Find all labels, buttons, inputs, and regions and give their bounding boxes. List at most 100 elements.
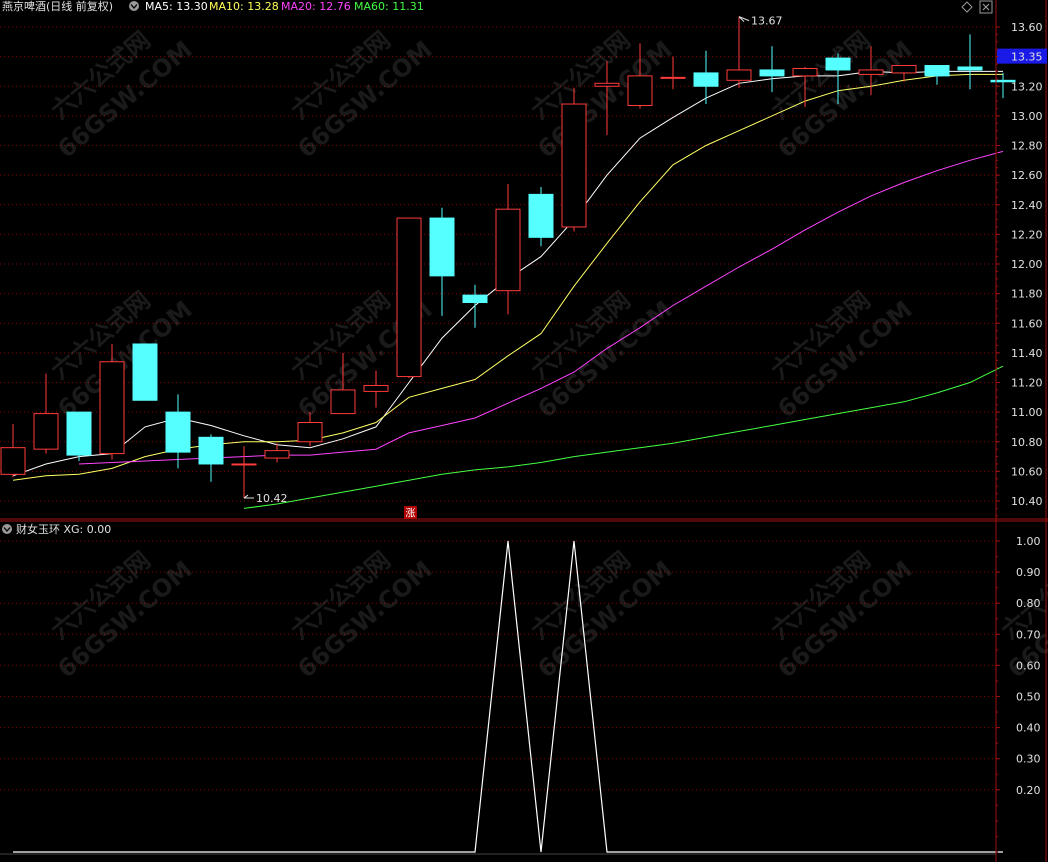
y-tick-label: 11.60: [1011, 317, 1043, 330]
axes: [0, 0, 1048, 862]
candle-body: [0, 447, 26, 475]
candle-body: [231, 463, 257, 466]
diamond-icon[interactable]: [961, 1, 973, 13]
chevron-down-icon[interactable]: [129, 1, 139, 11]
low-arrow: [243, 494, 254, 499]
y-tick-label: 10.60: [1011, 465, 1043, 478]
main-header: 燕京啤酒(日线 前复权) MA5: 13.30 MA10: 13.28 MA20…: [2, 0, 993, 14]
y-tick-label: 13.35: [1011, 51, 1043, 64]
candle: [561, 87, 587, 232]
candle-body: [363, 384, 389, 392]
ma5-label: MA5: 13.30: [145, 0, 208, 13]
candle: [99, 343, 125, 460]
candle-body: [891, 65, 917, 74]
y-tick-label: 1.00: [1016, 535, 1041, 548]
candle-body: [99, 361, 125, 455]
kline-chart-canvas: 六六公式网66GSW.COM 六六公式网66GSW.COM 六六公式网66GSW.C…: [0, 0, 1048, 862]
candle-body: [264, 450, 290, 459]
ma10-label: MA10: 13.28: [209, 0, 279, 13]
y-tick-label: 10.40: [1011, 495, 1043, 508]
y-tick-label: 11.00: [1011, 406, 1043, 419]
indicator-title: 财女玉环 XG: 0.00: [16, 522, 111, 536]
candle-body: [330, 389, 356, 415]
y-tick-label: 12.60: [1011, 169, 1043, 182]
y-tick-label: 0.90: [1016, 566, 1041, 579]
y-tick-label: 0.30: [1016, 753, 1041, 766]
candle: [231, 446, 257, 499]
candle-body: [792, 67, 818, 77]
candle-body: [198, 436, 224, 465]
y-tick-label: 13.20: [1011, 80, 1043, 93]
candle-body: [594, 82, 620, 87]
candle: [33, 373, 59, 454]
candle-body: [396, 217, 422, 378]
sub-header: 财女玉环 XG: 0.00: [2, 522, 111, 536]
candle-body: [33, 413, 59, 450]
svg-text:涨: 涨: [406, 508, 416, 520]
y-tick-label: 0.80: [1016, 597, 1041, 610]
chevron-down-icon[interactable]: [2, 524, 12, 534]
candle: [924, 65, 950, 85]
candle-body: [825, 57, 851, 71]
candle: [726, 16, 752, 88]
candle-body: [924, 65, 950, 77]
candle-body: [858, 69, 884, 75]
candle: [165, 394, 191, 469]
y-tick-label: 11.80: [1011, 288, 1043, 301]
y-tick-label: 10.80: [1011, 436, 1043, 449]
watermark: 六六公式网66GSW.COM: [526, 546, 678, 683]
y-tick-label: 13.60: [1011, 21, 1043, 34]
candle-body: [759, 69, 785, 77]
close-icon[interactable]: [979, 0, 993, 14]
candle-body: [66, 411, 92, 456]
candle: [198, 434, 224, 482]
candle: [66, 411, 92, 462]
watermark: 六六公式网66GSW.COM: [526, 286, 678, 423]
candle-body: [462, 294, 488, 304]
high-arrow: [738, 16, 750, 22]
y-tick-label: 12.20: [1011, 228, 1043, 241]
candle-body: [957, 66, 983, 71]
stock-title: 燕京啤酒(日线 前复权): [2, 0, 113, 13]
candle-body: [429, 217, 455, 277]
candle: [264, 443, 290, 463]
y-tick-label: 12.80: [1011, 140, 1043, 153]
y-tick-label: 0.70: [1016, 628, 1041, 641]
y-tick-label: 11.40: [1011, 347, 1043, 360]
candle-body: [726, 69, 752, 81]
watermark: 六六公式网66GSW.COM: [766, 286, 918, 423]
ma-line-ma60: [243, 365, 1004, 509]
ma20-label: MA20: 12.76: [281, 0, 351, 13]
candle-body: [660, 76, 686, 79]
candle-body: [627, 75, 653, 107]
candle-body: [132, 343, 158, 401]
candle: [363, 370, 389, 408]
watermark-layer: 六六公式网66GSW.COM 六六公式网66GSW.COM 六六公式网66GSW.C…: [46, 26, 1048, 683]
candle: [495, 184, 521, 315]
candle-body: [693, 72, 719, 87]
candle: [528, 186, 554, 247]
watermark: 六六公式网66GSW.COM: [46, 546, 198, 683]
candle: [297, 412, 323, 447]
candle-body: [495, 208, 521, 292]
candle-body: [528, 193, 554, 238]
y-tick-label: 0.20: [1016, 784, 1041, 797]
candle: [693, 50, 719, 105]
candle-body: [561, 103, 587, 228]
y-tick-label: 12.00: [1011, 258, 1043, 271]
y-axis-sub: 0.20 0.30 0.40 0.50 0.60 0.70 0.80 0.90 1.00: [996, 535, 1041, 853]
y-tick-label: 12.40: [1011, 199, 1043, 212]
y-tick-label: 0.40: [1016, 722, 1041, 735]
candle: [759, 46, 785, 93]
y-tick-label: 0.50: [1016, 691, 1041, 704]
candle: [0, 423, 26, 478]
candle: [462, 284, 488, 328]
low-price-label: 10.42: [256, 492, 288, 505]
watermark: 六六公式网66GSW.COM: [766, 546, 918, 683]
y-tick-label: 0.60: [1016, 659, 1041, 672]
candle-body: [165, 411, 191, 453]
candle: [957, 34, 983, 90]
candle: [429, 207, 455, 316]
y-tick-label: 11.20: [1011, 377, 1043, 390]
candle: [132, 343, 158, 401]
